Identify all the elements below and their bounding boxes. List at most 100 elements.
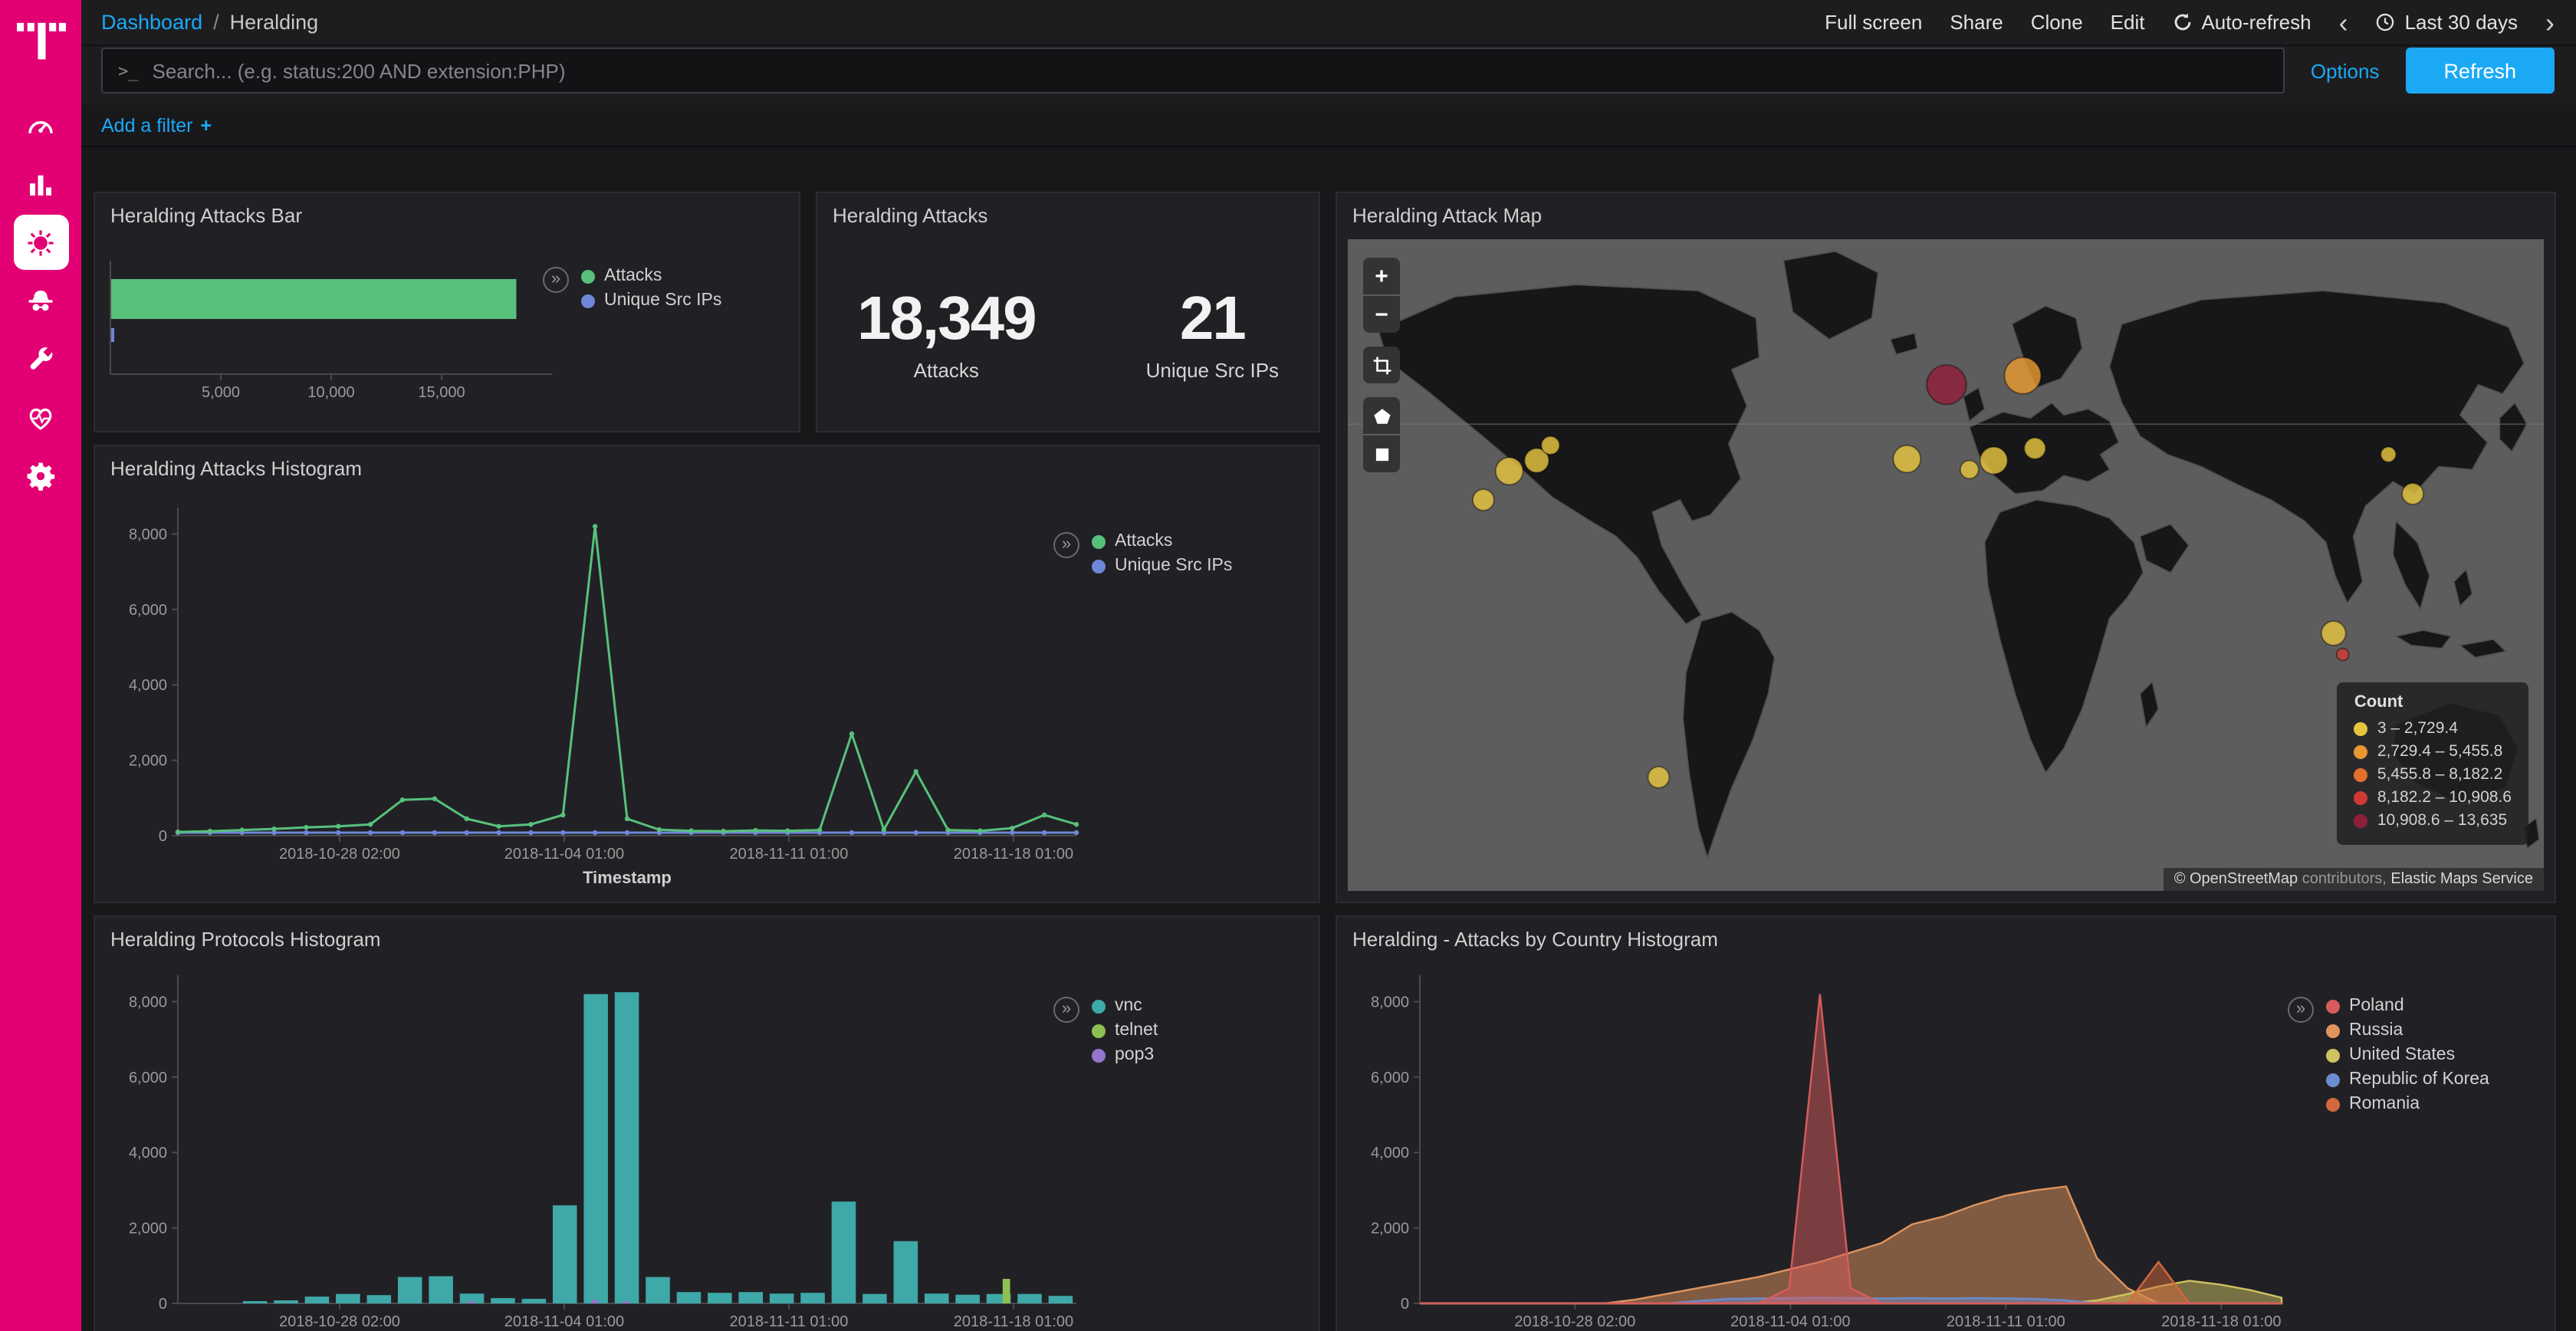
edit-button[interactable]: Edit xyxy=(2111,11,2145,34)
country-area-chart[interactable]: 02,0004,0006,0008,0002018-10-28 02:00201… xyxy=(1349,960,2294,1331)
map-zoom-in-button[interactable]: + xyxy=(1363,258,1400,294)
breadcrumb-dashboard-link[interactable]: Dashboard xyxy=(101,11,202,34)
elastic-maps-link[interactable]: Elastic Maps Service xyxy=(2390,871,2533,888)
legend-item[interactable]: telnet xyxy=(1092,1021,1158,1040)
filter-bar: Add a filter + xyxy=(81,104,2576,147)
metric-unique-src-ips: 21 Unique Src IPs xyxy=(1146,285,1279,382)
legend-item[interactable]: Attacks xyxy=(581,267,721,285)
svg-text:4,000: 4,000 xyxy=(129,1145,167,1162)
metric-label: Unique Src IPs xyxy=(1146,359,1279,382)
legend-item[interactable]: Unique Src IPs xyxy=(1092,557,1232,575)
attacks-bar-chart[interactable]: 5,00010,00015,000 xyxy=(104,248,564,420)
legend-label: Republic of Korea xyxy=(2349,1070,2489,1089)
sidebar-item-settings[interactable] xyxy=(13,448,68,503)
sidebar-item-dashboard[interactable] xyxy=(13,98,68,153)
map-controls: + − xyxy=(1363,258,1400,472)
panel-title: Heralding Protocols Histogram xyxy=(95,917,1319,957)
svg-text:0: 0 xyxy=(159,828,167,845)
map-zoom-out-button[interactable]: − xyxy=(1363,296,1400,333)
refresh-button[interactable]: Refresh xyxy=(2405,48,2555,94)
legend-item[interactable]: United States xyxy=(2326,1046,2489,1064)
top-navigation-bar: Dashboard / Heralding Full screen Share … xyxy=(81,0,2576,46)
dashboard-grid: Heralding Attacks Bar 5,00010,00015,000 … xyxy=(81,149,2576,1331)
svg-text:2,000: 2,000 xyxy=(1371,1221,1409,1237)
legend-label: vnc xyxy=(1115,997,1142,1015)
plus-icon[interactable]: + xyxy=(201,114,212,136)
attacks-line-chart[interactable]: 02,0004,0006,0008,0002018-10-28 02:00201… xyxy=(107,492,1089,888)
legend-toggle-icon[interactable]: » xyxy=(543,267,569,293)
legend-item[interactable]: Republic of Korea xyxy=(2326,1070,2489,1089)
legend-item[interactable]: vnc xyxy=(1092,997,1158,1015)
legend-item[interactable]: Russia xyxy=(2326,1021,2489,1040)
panel-title: Heralding - Attacks by Country Histogram xyxy=(1337,917,2555,957)
legend-toggle-icon[interactable]: » xyxy=(2288,997,2314,1023)
crop-icon xyxy=(1372,355,1392,375)
legend-dot xyxy=(2326,1073,2340,1086)
terminal-prompt-icon: >_ xyxy=(118,61,139,81)
legend-label: Romania xyxy=(2349,1095,2420,1113)
panel-country-histogram: Heralding - Attacks by Country Histogram… xyxy=(1336,915,2556,1331)
svg-text:2018-11-18 01:00: 2018-11-18 01:00 xyxy=(2161,1313,2281,1330)
legend-dot xyxy=(2354,745,2368,759)
legend-item[interactable]: pop3 xyxy=(1092,1046,1158,1064)
search-bar-row: >_ Options Refresh xyxy=(81,46,2576,104)
metric-value: 18,349 xyxy=(857,285,1036,354)
time-back-button[interactable]: ‹ xyxy=(2339,8,2348,36)
svg-text:15,000: 15,000 xyxy=(418,384,465,401)
clock-icon xyxy=(2376,12,2396,32)
map-draw-rectangle-button[interactable] xyxy=(1363,435,1400,472)
heart-pulse-icon xyxy=(25,401,57,433)
add-filter-link[interactable]: Add a filter xyxy=(101,114,193,136)
legend-dot xyxy=(1092,999,1106,1013)
sidebar-item-tools[interactable] xyxy=(13,331,68,386)
legend-dot xyxy=(2354,768,2368,782)
legend-toggle-icon[interactable]: » xyxy=(1053,997,1079,1023)
legend-item[interactable]: Romania xyxy=(2326,1095,2489,1113)
panel-title: Heralding Attack Map xyxy=(1337,193,2555,233)
full-screen-button[interactable]: Full screen xyxy=(1825,11,1922,34)
options-link[interactable]: Options xyxy=(2311,59,2380,82)
legend-label: Attacks xyxy=(604,267,662,285)
legend-label: Unique Src IPs xyxy=(1115,557,1232,575)
legend-item[interactable]: Unique Src IPs xyxy=(581,291,721,310)
panel-attack-map: Heralding Attack Map xyxy=(1336,192,2556,903)
map-fit-data-button[interactable] xyxy=(1363,347,1400,383)
sidebar-item-honeypot-active[interactable] xyxy=(13,215,68,270)
map-draw-polygon-button[interactable] xyxy=(1363,397,1400,434)
search-input[interactable] xyxy=(153,59,2268,82)
svg-text:8,000: 8,000 xyxy=(129,526,167,543)
auto-refresh-button[interactable]: Auto-refresh xyxy=(2172,11,2311,34)
svg-text:0: 0 xyxy=(1401,1296,1409,1313)
legend-dot xyxy=(1092,1048,1106,1062)
panel-attacks-bar: Heralding Attacks Bar 5,00010,00015,000 … xyxy=(94,192,800,432)
legend-item[interactable]: Attacks xyxy=(1092,532,1232,550)
map-legend-row: 2,729.4 – 5,455.8 xyxy=(2354,741,2512,764)
wrench-icon xyxy=(25,343,57,375)
svg-text:2018-11-18 01:00: 2018-11-18 01:00 xyxy=(954,846,1073,863)
time-forward-button[interactable]: › xyxy=(2545,8,2555,36)
legend-label: United States xyxy=(2349,1046,2455,1064)
clone-button[interactable]: Clone xyxy=(2031,11,2083,34)
legend-toggle-icon[interactable]: » xyxy=(1053,532,1079,558)
sidebar-item-recon[interactable] xyxy=(13,273,68,328)
openstreetmap-link[interactable]: © OpenStreetMap xyxy=(2174,871,2298,888)
refresh-cycle-icon xyxy=(2172,12,2192,32)
legend-dot xyxy=(581,269,595,283)
main-area: Dashboard / Heralding Full screen Share … xyxy=(81,0,2576,1331)
share-button[interactable]: Share xyxy=(1950,11,2003,34)
app-sidebar xyxy=(0,0,81,1331)
panel-title: Heralding Attacks Histogram xyxy=(95,446,1319,486)
svg-text:0: 0 xyxy=(159,1296,167,1313)
sidebar-item-health[interactable] xyxy=(13,389,68,445)
legend-dot xyxy=(2326,1024,2340,1037)
time-range-picker[interactable]: Last 30 days xyxy=(2376,11,2518,34)
svg-text:2018-11-11 01:00: 2018-11-11 01:00 xyxy=(729,1313,848,1330)
protocols-bar-chart[interactable]: 02,0004,0006,0008,0002018-10-28 02:00201… xyxy=(107,960,1089,1331)
world-map[interactable]: + − xyxy=(1348,239,2544,891)
svg-text:Timestamp: Timestamp xyxy=(583,868,672,887)
legend-item[interactable]: Poland xyxy=(2326,997,2489,1015)
legend-dot xyxy=(2326,999,2340,1013)
sidebar-item-analytics[interactable] xyxy=(13,156,68,212)
telekom-logo[interactable] xyxy=(15,12,67,64)
svg-text:10,000: 10,000 xyxy=(307,384,354,401)
